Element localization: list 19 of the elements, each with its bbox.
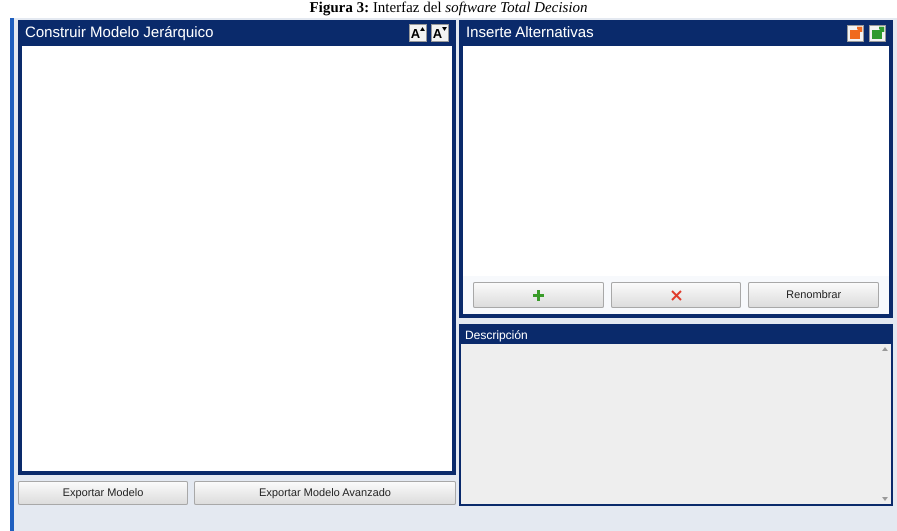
export-button[interactable]: Exportar Modelo Avanzado: [194, 481, 456, 505]
close-icon: [670, 290, 682, 300]
plus-icon: [532, 290, 544, 300]
down-triangle-icon: [442, 27, 448, 31]
delete-button[interactable]: [610, 282, 742, 308]
scroll-down-icon[interactable]: [882, 497, 888, 501]
export-icon[interactable]: [847, 24, 864, 42]
increase-font-button[interactable]: A: [409, 24, 427, 42]
rename-button[interactable]: Renombrar: [748, 282, 880, 308]
decrease-font-button[interactable]: A: [431, 24, 449, 42]
up-triangle-icon: [420, 27, 426, 31]
panel-title: Inserte Alternativas: [466, 22, 594, 43]
scroll-up-icon[interactable]: [882, 347, 888, 351]
export-icon[interactable]: [869, 24, 886, 42]
panel-title: Descripción: [465, 327, 528, 344]
figure-caption: Figura 3: Interfaz del software Total Decision: [309, 0, 588, 17]
add-button[interactable]: [473, 282, 604, 308]
panel-title: Construir Modelo Jerárquico: [25, 22, 214, 43]
export-button[interactable]: Exportar Modelo: [18, 481, 188, 505]
